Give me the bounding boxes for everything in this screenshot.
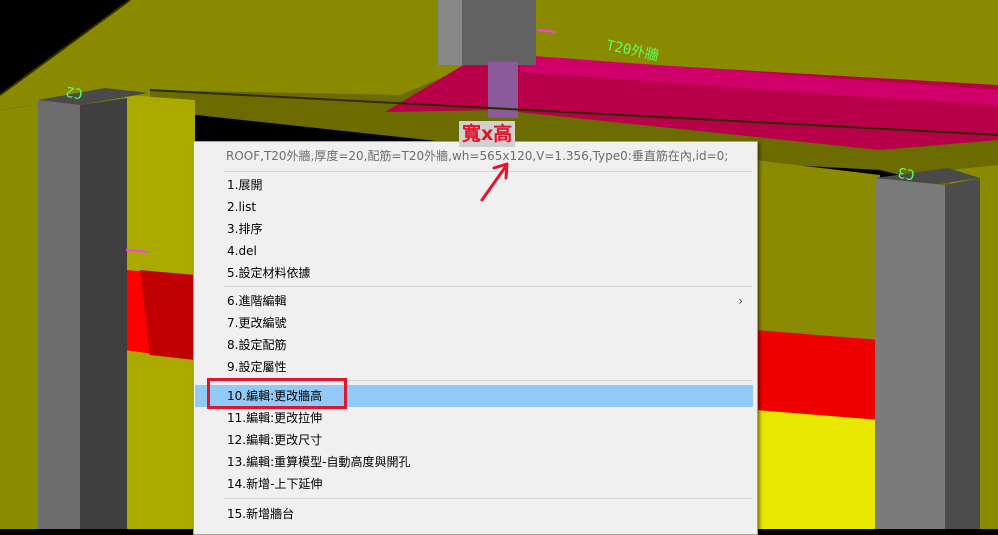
menu-item-label: 12.編輯:更改尺寸 [227,433,323,447]
beam-red-right [755,330,880,420]
menu-item-label: 1.展開 [227,178,263,192]
column-c3-front [875,178,945,529]
menu-item-label: 9.設定屬性 [227,360,287,374]
menu-item-recalculate-model[interactable]: 13.編輯:重算模型-自動高度與開孔 [195,451,753,473]
menu-item-set-rebar[interactable]: 8.設定配筋 [195,334,753,356]
menu-item-expand[interactable]: 1.展開 [195,174,753,196]
menu-separator [224,498,752,499]
column-top-center-face [438,0,462,65]
menu-item-list[interactable]: 2.list [195,196,753,218]
menu-item-label: 7.更改編號 [227,316,287,330]
annotation-arrow-icon [480,162,509,202]
menu-item-sort[interactable]: 3.排序 [195,218,753,240]
column-c2-side [80,98,127,529]
menu-item-label: 2.list [227,200,257,214]
column-c2-label: C2 [64,82,85,102]
menu-item-advanced-edit[interactable]: 6.進階編輯 › [195,290,753,312]
menu-item-set-properties[interactable]: 9.設定屬性 [195,356,753,378]
menu-item-label: 14.新增-上下延伸 [227,477,323,491]
column-c2-front [38,100,80,529]
menu-item-label: 13.編輯:重算模型-自動高度與開孔 [227,455,411,469]
wall-yellow-right [755,410,880,529]
submenu-arrow-icon: › [738,294,743,308]
menu-item-label: 4.del [227,244,257,258]
menu-item-add-wall-base[interactable]: 15.新增牆台 [195,503,753,525]
annotation-highlight-box [207,378,347,409]
menu-item-edit-extrude[interactable]: 11.編輯:更改拉伸 [195,407,753,429]
context-menu: ROOF,T20外牆,厚度=20,配筋=T20外牆,wh=565x120,V=1… [193,141,758,535]
menu-item-set-material-basis[interactable]: 5.設定材料依據 [195,262,753,284]
menu-item-delete[interactable]: 4.del [195,240,753,262]
menu-separator [224,286,752,287]
menu-item-label: 3.排序 [227,222,263,236]
menu-item-add-vertical-extend[interactable]: 14.新增-上下延伸 [195,473,753,495]
column-c3-label: C3 [896,163,917,183]
column-c3-side [945,178,980,529]
menu-item-label: 5.設定材料依據 [227,266,311,280]
menu-item-edit-size[interactable]: 12.編輯:更改尺寸 [195,429,753,451]
menu-item-label: 8.設定配筋 [227,338,287,352]
menu-item-label: 6.進階編輯 [227,294,287,308]
menu-item-label: 15.新增牆台 [227,507,295,521]
annotation-label: 寬x高 [459,121,516,147]
menu-item-change-number[interactable]: 7.更改編號 [195,312,753,334]
menu-item-label: 11.編輯:更改拉伸 [227,411,323,425]
